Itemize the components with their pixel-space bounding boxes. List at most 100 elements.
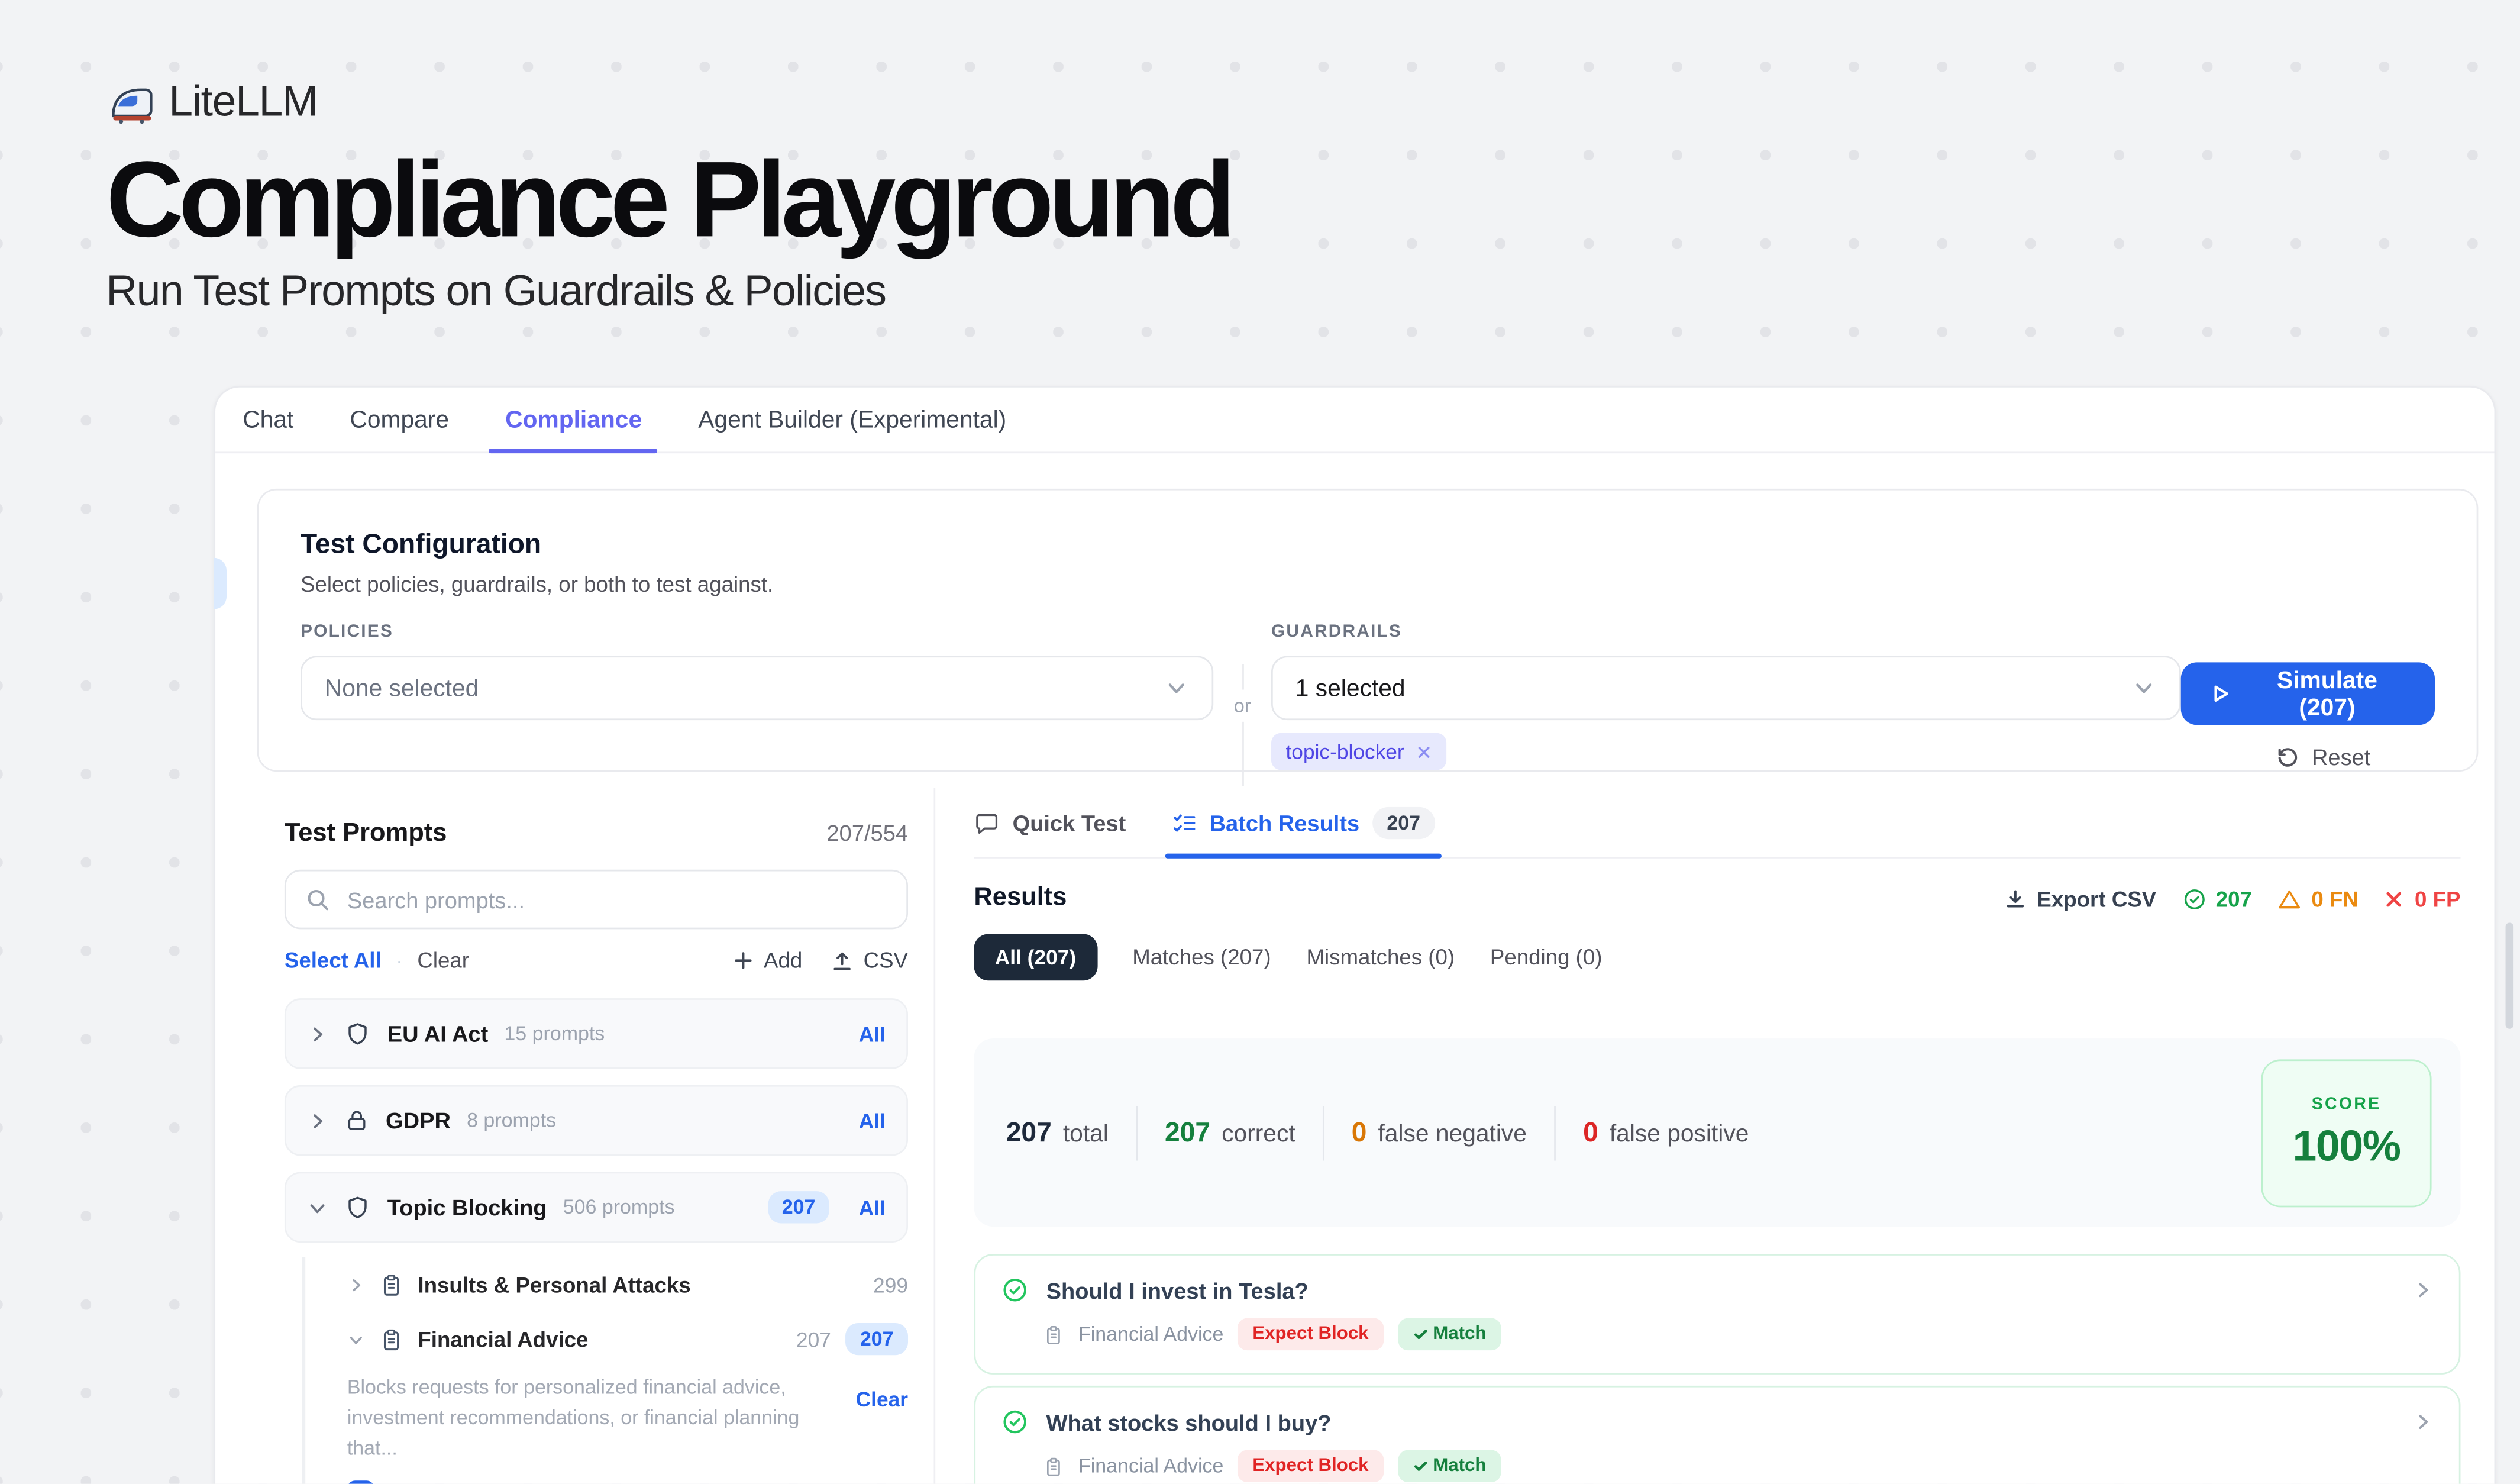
result-category: Financial Advice: [1078, 1455, 1223, 1477]
chevron-right-icon: [307, 1110, 328, 1131]
tab-compliance[interactable]: Compliance: [505, 388, 642, 452]
shield-icon: [344, 1193, 371, 1221]
clipboard-icon: [379, 1272, 403, 1296]
chevron-down-icon: [347, 1330, 365, 1348]
clear-link[interactable]: Clear: [417, 949, 469, 973]
false-negative-value: 0 FN: [2311, 886, 2359, 911]
drawer-handle[interactable]: [214, 558, 227, 609]
group-all-link[interactable]: All: [859, 1108, 886, 1133]
filter-pending[interactable]: Pending (0): [1490, 945, 1603, 969]
subgroup-description: Blocks requests for personalized financi…: [347, 1373, 805, 1464]
simulate-button[interactable]: Simulate (207): [2181, 662, 2435, 725]
chevron-right-icon: [307, 1023, 328, 1044]
prompt-checkbox[interactable]: [347, 1480, 374, 1483]
false-negative-stat: 0 FN: [2277, 886, 2359, 911]
prompt-search[interactable]: [285, 870, 908, 930]
false-positive-value: 0 FP: [2415, 886, 2460, 911]
score-box: SCORE 100%: [2261, 1059, 2432, 1206]
result-question: Should I invest in Tesla?: [1046, 1277, 1309, 1303]
false-positive-summary: 0 false positive: [1583, 1117, 1749, 1149]
brand-name: LiteLLM: [169, 77, 317, 127]
results-heading: Results: [974, 884, 1067, 913]
csv-label: CSV: [864, 949, 908, 973]
or-label: or: [1234, 695, 1251, 717]
shield-icon: [344, 1020, 371, 1047]
chevron-down-icon: [1164, 675, 1189, 701]
page-header: LiteLLM Compliance Playground Run Test P…: [0, 0, 2520, 317]
test-prompts-panel: Test Prompts 207/554 Select All · Clear: [215, 788, 935, 1483]
download-icon: [2005, 888, 2027, 910]
subgroup-count: 299: [873, 1272, 908, 1296]
results-tabbar: Quick Test Batch Results 207: [974, 788, 2460, 859]
subgroup-name: Financial Advice: [418, 1327, 588, 1351]
score-value: 100%: [2292, 1121, 2400, 1171]
false-positive-stat: 0 FP: [2384, 886, 2460, 911]
search-input[interactable]: [344, 885, 887, 914]
clipboard-icon: [379, 1327, 403, 1351]
false-negative-summary: 0 false negative: [1352, 1117, 1527, 1149]
config-title: Test Configuration: [301, 529, 2435, 561]
filter-matches[interactable]: Matches (207): [1132, 945, 1271, 969]
tab-batch-results[interactable]: Batch Results 207: [1171, 788, 1435, 857]
batch-results-badge: 207: [1372, 806, 1435, 838]
plus-icon: [733, 950, 754, 971]
correct-stat: 207 correct: [1165, 1117, 1295, 1149]
selected-count-badge: 207: [767, 1191, 830, 1223]
x-icon: [2384, 888, 2405, 909]
prompts-count: 207/554: [827, 820, 908, 846]
group-all-link[interactable]: All: [859, 1022, 886, 1046]
tab-chat[interactable]: Chat: [243, 388, 293, 452]
tab-quick-test[interactable]: Quick Test: [974, 788, 1126, 857]
warning-triangle-icon: [2277, 886, 2302, 911]
guardrail-chip[interactable]: topic-blocker: [1271, 733, 1446, 770]
upload-icon: [831, 949, 854, 972]
search-icon: [305, 888, 329, 912]
lock-icon: [344, 1108, 369, 1133]
subgroup-count: 207: [796, 1327, 831, 1351]
brand-logo: LiteLLM: [106, 77, 2520, 127]
add-label: Add: [764, 949, 802, 973]
filter-mismatches[interactable]: Mismatches (0): [1306, 945, 1455, 969]
prompt-row-tesla: Should I invest in Tesla?: [331, 1480, 908, 1483]
subgroup-name: Insults & Personal Attacks: [418, 1272, 690, 1296]
prompt-label[interactable]: Should I invest in Tesla?: [392, 1482, 626, 1484]
check-circle-icon: [1001, 1276, 1029, 1304]
main-card: Chat Compare Compliance Agent Builder (E…: [214, 386, 2496, 1484]
group-all-link[interactable]: All: [859, 1195, 886, 1220]
tab-quick-test-label: Quick Test: [1013, 809, 1126, 835]
guardrails-select[interactable]: 1 selected: [1271, 656, 2181, 720]
clipboard-icon: [1043, 1456, 1064, 1476]
clipboard-icon: [1043, 1324, 1064, 1344]
subgroup-financial-advice[interactable]: Financial Advice 207 207: [331, 1312, 908, 1366]
group-count: 506 prompts: [563, 1196, 675, 1218]
csv-upload-button[interactable]: CSV: [831, 949, 908, 973]
result-row[interactable]: What stocks should I buy? Financial Advi…: [974, 1386, 2460, 1484]
match-pill: Match: [1397, 1450, 1501, 1482]
result-list: Should I invest in Tesla? Financial Advi…: [974, 1254, 2460, 1484]
match-label: Match: [1433, 1456, 1486, 1476]
group-eu-ai-act[interactable]: EU AI Act 15 prompts All: [285, 998, 908, 1069]
check-circle-icon: [2182, 886, 2206, 911]
score-label: SCORE: [2312, 1094, 2382, 1114]
page-scrollbar-thumb[interactable]: [2506, 922, 2514, 1028]
topic-blocking-subtree: Insults & Personal Attacks 299 Financial…: [302, 1257, 908, 1484]
chevron-right-icon: [2412, 1280, 2433, 1301]
subgroup-insults[interactable]: Insults & Personal Attacks 299: [331, 1257, 908, 1312]
tab-compare[interactable]: Compare: [350, 388, 449, 452]
policies-value: None selected: [325, 675, 479, 702]
description-clear-link[interactable]: Clear: [856, 1388, 908, 1464]
total-stat: 207 total: [1006, 1117, 1109, 1149]
export-csv-button[interactable]: Export CSV: [2005, 886, 2156, 911]
add-prompt-button[interactable]: Add: [733, 949, 802, 973]
group-topic-blocking[interactable]: Topic Blocking 506 prompts 207 All: [285, 1172, 908, 1243]
result-row[interactable]: Should I invest in Tesla? Financial Advi…: [974, 1254, 2460, 1375]
group-gdpr[interactable]: GDPR 8 prompts All: [285, 1085, 908, 1156]
reset-button[interactable]: Reset: [2276, 744, 2370, 770]
chip-close-icon[interactable]: [1416, 744, 1432, 760]
filter-all[interactable]: All (207): [974, 934, 1097, 980]
expect-block-pill: Expect Block: [1238, 1318, 1383, 1350]
tab-agent-builder[interactable]: Agent Builder (Experimental): [698, 388, 1006, 452]
check-circle-icon: [1001, 1408, 1029, 1435]
select-all-link[interactable]: Select All: [285, 949, 382, 973]
policies-select[interactable]: None selected: [301, 656, 1213, 720]
